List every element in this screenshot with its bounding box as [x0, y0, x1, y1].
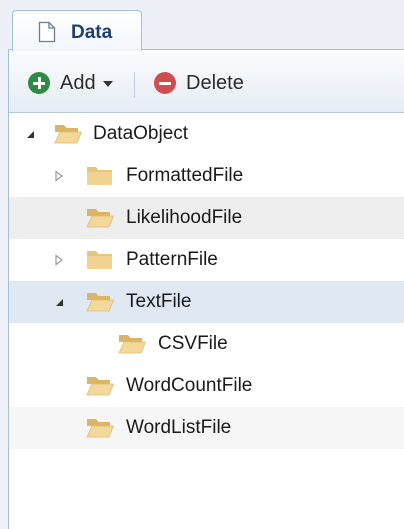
- folder-open-icon: [54, 125, 83, 144]
- folder-open-icon: [86, 419, 115, 438]
- tab-label: Data: [71, 22, 113, 43]
- tree-item-label: LikelihoodFile: [126, 207, 243, 228]
- tree-item-label: DataObject: [93, 123, 189, 144]
- tree-item[interactable]: TextFile: [9, 281, 404, 323]
- expanded-triangle-icon[interactable]: [54, 296, 64, 308]
- collapsed-triangle-icon[interactable]: [54, 254, 64, 266]
- tree-item-label: FormattedFile: [126, 165, 244, 186]
- tree-item[interactable]: WordListFile: [9, 407, 404, 449]
- tab-bar: Data: [0, 0, 404, 51]
- tab-data[interactable]: Data: [12, 10, 142, 51]
- tree-item-label: TextFile: [126, 291, 192, 312]
- add-button-label: Add: [60, 71, 96, 94]
- folder-closed-icon: [87, 251, 112, 269]
- expanded-triangle-icon[interactable]: [25, 128, 35, 140]
- collapsed-triangle-icon[interactable]: [54, 170, 64, 182]
- plus-circle-icon: [28, 72, 50, 94]
- caret-down-icon[interactable]: [102, 81, 113, 87]
- tree-item-label: WordListFile: [126, 417, 232, 438]
- document-icon: [38, 21, 56, 43]
- data-panel: Add Delete DataObject FormattedFile Likeli…: [8, 49, 404, 529]
- toolbar: Add Delete: [9, 50, 404, 113]
- tree-item-label: PatternFile: [126, 249, 218, 270]
- tree-item[interactable]: LikelihoodFile: [9, 197, 404, 239]
- folder-open-icon: [86, 377, 115, 396]
- delete-button-label: Delete: [186, 71, 244, 94]
- tree-item[interactable]: DataObject: [9, 113, 404, 155]
- tree-item-label: WordCountFile: [126, 375, 253, 396]
- folder-closed-icon: [87, 167, 112, 185]
- tree-item[interactable]: CSVFile: [9, 323, 404, 365]
- tree-item-label: CSVFile: [158, 333, 228, 354]
- folder-open-icon: [86, 209, 115, 228]
- add-button[interactable]: Add: [28, 68, 113, 98]
- minus-circle-icon: [154, 72, 176, 94]
- folder-open-icon: [86, 293, 115, 312]
- tree-item[interactable]: PatternFile: [9, 239, 404, 281]
- tree-item[interactable]: FormattedFile: [9, 155, 404, 197]
- toolbar-separator: [134, 72, 135, 98]
- delete-button[interactable]: Delete: [154, 68, 244, 98]
- tree-item[interactable]: WordCountFile: [9, 365, 404, 407]
- folder-open-icon: [118, 335, 147, 354]
